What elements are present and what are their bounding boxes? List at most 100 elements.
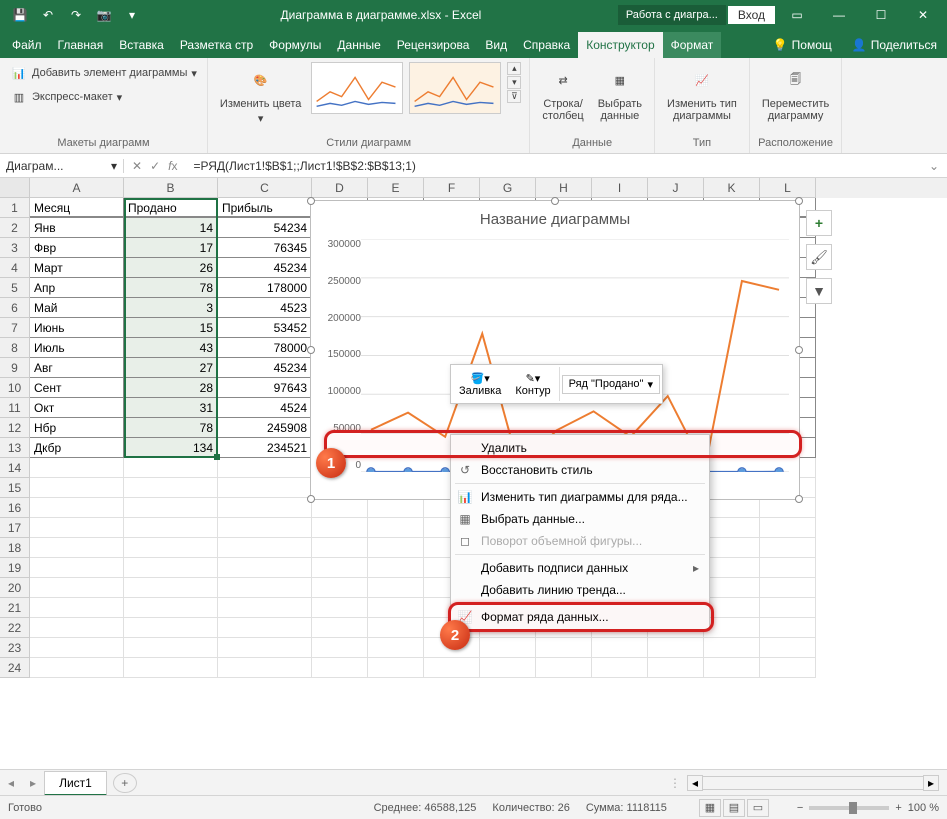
fill-button[interactable]: 🪣▾Заливка <box>453 370 507 399</box>
cell[interactable]: 45234 <box>218 258 312 278</box>
minimize-icon[interactable]: — <box>819 1 859 29</box>
cell[interactable] <box>218 598 312 618</box>
cell[interactable] <box>760 558 816 578</box>
row-header[interactable]: 1 <box>0 198 30 218</box>
cell[interactable]: 15 <box>124 318 218 338</box>
row-header[interactable]: 13 <box>0 438 30 458</box>
cell[interactable] <box>368 518 424 538</box>
formula-expand-icon[interactable]: ⌄ <box>921 159 947 173</box>
cell[interactable] <box>648 658 704 678</box>
cell[interactable]: 76345 <box>218 238 312 258</box>
cell[interactable] <box>124 518 218 538</box>
view-normal-icon[interactable]: ▦ <box>699 799 721 817</box>
cell[interactable] <box>30 538 124 558</box>
series-selector[interactable]: Ряд "Продано"▾ <box>562 375 660 394</box>
cell[interactable] <box>760 578 816 598</box>
sheet-tab-1[interactable]: Лист1 <box>44 771 107 796</box>
menu-change-series-type[interactable]: 📊Изменить тип диаграммы для ряда... <box>451 486 709 508</box>
outline-button[interactable]: ✎▾Контур <box>509 370 556 399</box>
worksheet[interactable]: ABCDEFGHIJKL 1МесяцПроданоПрибыль2Янв145… <box>0 178 947 769</box>
cell[interactable] <box>704 558 760 578</box>
cell[interactable] <box>218 558 312 578</box>
cell[interactable] <box>124 578 218 598</box>
cell[interactable] <box>760 618 816 638</box>
cell[interactable] <box>30 498 124 518</box>
cell[interactable] <box>704 638 760 658</box>
cell[interactable] <box>312 498 368 518</box>
cell[interactable] <box>30 598 124 618</box>
cell[interactable] <box>312 558 368 578</box>
tab-home[interactable]: Главная <box>50 32 112 58</box>
cell[interactable] <box>480 658 536 678</box>
cell[interactable] <box>704 578 760 598</box>
cell[interactable] <box>312 638 368 658</box>
cell[interactable] <box>368 618 424 638</box>
cell[interactable] <box>704 658 760 678</box>
cell[interactable] <box>218 498 312 518</box>
cell[interactable]: 78000 <box>218 338 312 358</box>
cell[interactable] <box>704 518 760 538</box>
cell[interactable] <box>368 598 424 618</box>
cell[interactable] <box>480 638 536 658</box>
cell[interactable]: Продано <box>124 198 218 218</box>
enter-formula-icon[interactable]: ✓ <box>150 159 160 173</box>
col-header-L[interactable]: L <box>760 178 816 198</box>
cell[interactable]: 3 <box>124 298 218 318</box>
cell[interactable]: 26 <box>124 258 218 278</box>
undo-icon[interactable]: ↶ <box>36 3 60 27</box>
cell[interactable] <box>218 478 312 498</box>
row-header[interactable]: 16 <box>0 498 30 518</box>
col-header-C[interactable]: C <box>218 178 312 198</box>
cell[interactable] <box>30 458 124 478</box>
row-header[interactable]: 7 <box>0 318 30 338</box>
cell[interactable]: Прибыль <box>218 198 312 218</box>
cell[interactable] <box>30 578 124 598</box>
cell[interactable]: 97643 <box>218 378 312 398</box>
cell[interactable]: 14 <box>124 218 218 238</box>
cell[interactable] <box>124 658 218 678</box>
chart-title[interactable]: Название диаграммы <box>311 201 799 232</box>
menu-reset-style[interactable]: ↺Восстановить стиль <box>451 459 709 481</box>
chart-elements-button[interactable]: + <box>806 210 832 236</box>
fx-icon[interactable]: fx <box>168 159 177 173</box>
sheet-nav-next[interactable]: ▸ <box>22 776 44 790</box>
cell[interactable]: 245908 <box>218 418 312 438</box>
row-header[interactable]: 22 <box>0 618 30 638</box>
tab-formulas[interactable]: Формулы <box>261 32 329 58</box>
row-header[interactable]: 18 <box>0 538 30 558</box>
row-header[interactable]: 6 <box>0 298 30 318</box>
move-chart-button[interactable]: 🗐Переместить диаграмму <box>758 62 833 124</box>
cell[interactable]: 53452 <box>218 318 312 338</box>
cell[interactable] <box>424 658 480 678</box>
cell[interactable]: 78 <box>124 418 218 438</box>
cell[interactable] <box>368 558 424 578</box>
cell[interactable] <box>218 518 312 538</box>
cell[interactable] <box>704 618 760 638</box>
menu-format-data-series[interactable]: 📈Формат ряда данных... <box>451 606 709 628</box>
cell[interactable]: 28 <box>124 378 218 398</box>
menu-select-data[interactable]: ▦Выбрать данные... <box>451 508 709 530</box>
row-header[interactable]: 12 <box>0 418 30 438</box>
chart-filters-button[interactable]: ▼ <box>806 278 832 304</box>
tab-help[interactable]: Справка <box>515 32 578 58</box>
col-header-E[interactable]: E <box>368 178 424 198</box>
cell[interactable]: Май <box>30 298 124 318</box>
maximize-icon[interactable]: ☐ <box>861 1 901 29</box>
cell[interactable]: 27 <box>124 358 218 378</box>
cell[interactable] <box>124 538 218 558</box>
hscroll-right[interactable]: ▸ <box>923 775 939 791</box>
cell[interactable] <box>124 618 218 638</box>
col-header-F[interactable]: F <box>424 178 480 198</box>
cell[interactable] <box>312 538 368 558</box>
chart-style-2[interactable] <box>409 62 501 114</box>
save-icon[interactable]: 💾 <box>8 3 32 27</box>
change-colors-button[interactable]: 🎨 Изменить цвета▾ <box>216 62 305 127</box>
row-header[interactable]: 5 <box>0 278 30 298</box>
cell[interactable] <box>760 638 816 658</box>
cell[interactable] <box>30 558 124 578</box>
cell[interactable]: Сент <box>30 378 124 398</box>
cell[interactable] <box>648 638 704 658</box>
cell[interactable]: 31 <box>124 398 218 418</box>
row-header[interactable]: 4 <box>0 258 30 278</box>
row-header[interactable]: 8 <box>0 338 30 358</box>
